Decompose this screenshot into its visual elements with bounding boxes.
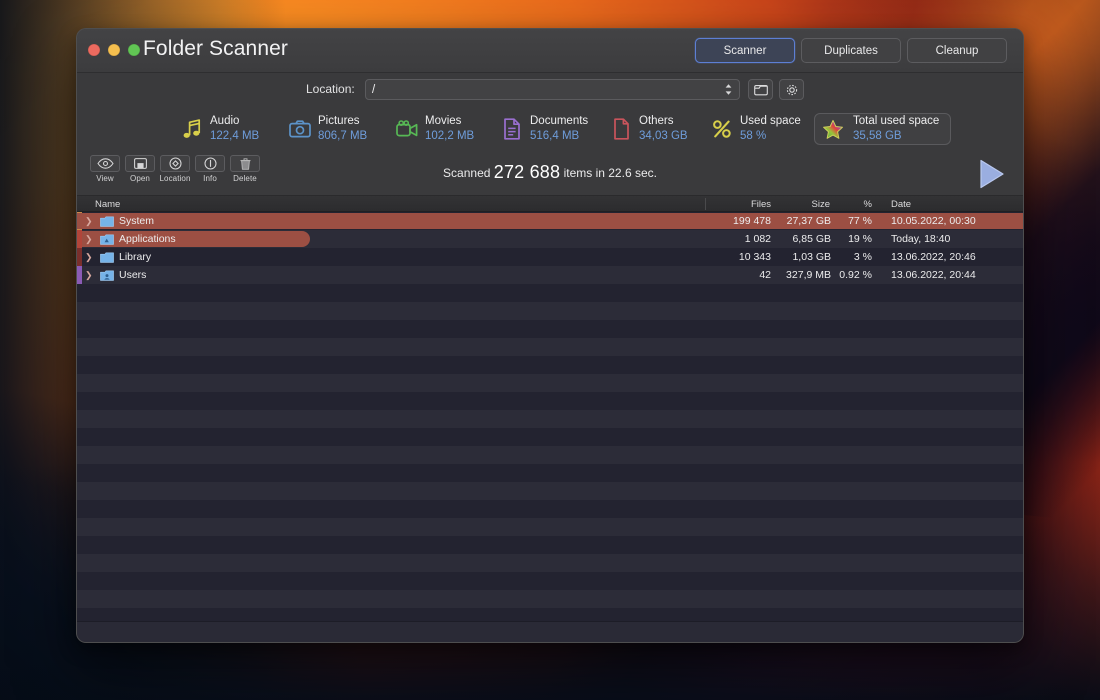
row-percent: 3 %: [77, 251, 872, 263]
zebra-stripe: [77, 428, 1023, 446]
mode-segmented-control: Scanner Duplicates Cleanup: [695, 38, 1007, 63]
action-toolbar: View Open: [77, 153, 1023, 195]
play-icon: [976, 158, 1006, 190]
stat-movies[interactable]: Movies 102,2 MB: [396, 112, 474, 146]
stat-documents[interactable]: Documents 516,4 MB: [501, 112, 588, 146]
table-row[interactable]: ❯ Applications 1 082 6,85 GB 19 % Today,…: [77, 230, 1023, 248]
close-button[interactable]: [88, 44, 100, 56]
stat-movies-label: Movies: [425, 115, 474, 128]
zebra-stripe: [77, 392, 1023, 410]
scan-count: 272 688: [494, 162, 560, 182]
minimize-button[interactable]: [108, 44, 120, 56]
stat-documents-value: 516,4 MB: [530, 130, 588, 143]
tab-cleanup[interactable]: Cleanup: [907, 38, 1007, 63]
tab-scanner[interactable]: Scanner: [695, 38, 795, 63]
zebra-stripe: [77, 500, 1023, 518]
row-date: 10.05.2022, 00:30: [891, 215, 976, 227]
row-date: 13.06.2022, 20:44: [891, 269, 976, 281]
zebra-stripe: [77, 356, 1023, 374]
stat-total-label: Total used space: [853, 115, 939, 128]
zebra-stripe: [77, 446, 1023, 464]
video-camera-icon: [396, 117, 418, 141]
zebra-stripe: [77, 302, 1023, 320]
table-row[interactable]: ❯ Library 10 343 1,03 GB 3 % 13.06.2022,…: [77, 248, 1023, 266]
zoom-button[interactable]: [128, 44, 140, 56]
zebra-stripe: [77, 374, 1023, 392]
settings-button[interactable]: [779, 79, 804, 100]
app-title: Folder Scanner: [143, 37, 288, 61]
row-percent: 0.92 %: [77, 269, 872, 281]
stat-movies-value: 102,2 MB: [425, 130, 474, 143]
table-header: Name Files Size % Date: [77, 195, 1023, 212]
column-header-size[interactable]: Size: [802, 199, 830, 210]
column-header-percent[interactable]: %: [857, 199, 872, 210]
row-percent: 19 %: [77, 233, 872, 245]
stat-used-space-label: Used space: [740, 115, 801, 128]
scan-status-text: Scanned 272 688 items in 22.6 sec.: [77, 162, 1023, 183]
column-header-files[interactable]: Files: [747, 199, 771, 210]
title-bar: Folder Scanner Scanner Duplicates Cleanu…: [77, 29, 1023, 73]
location-value: /: [372, 84, 724, 96]
zebra-stripe: [77, 320, 1023, 338]
column-divider[interactable]: [705, 198, 706, 210]
zebra-stripe: [77, 410, 1023, 428]
file-icon: [610, 117, 632, 141]
location-input[interactable]: /: [365, 79, 740, 100]
document-icon: [501, 117, 523, 141]
stat-audio[interactable]: Audio 122,4 MB: [181, 112, 259, 146]
stat-others[interactable]: Others 34,03 GB: [610, 112, 688, 146]
row-percent: 77 %: [77, 215, 872, 227]
category-stats-bar: Audio 122,4 MB Pictures 806,7 MB: [77, 105, 1023, 153]
stat-total-used-space[interactable]: Total used space 35,58 GB: [814, 113, 951, 145]
desktop-background: Folder Scanner Scanner Duplicates Cleanu…: [0, 0, 1100, 700]
star-icon: [822, 117, 844, 141]
window-footer: [77, 621, 1023, 642]
stat-used-space-value: 58 %: [740, 130, 801, 143]
traffic-light-buttons: [88, 44, 140, 56]
stat-pictures[interactable]: Pictures 806,7 MB: [289, 112, 367, 146]
zebra-stripe: [77, 536, 1023, 554]
percent-icon: [711, 117, 733, 141]
column-header-name[interactable]: Name: [95, 199, 120, 210]
stat-others-label: Others: [639, 115, 688, 128]
start-scan-button[interactable]: [973, 157, 1009, 191]
stat-pictures-value: 806,7 MB: [318, 130, 367, 143]
location-bar: Location: /: [77, 73, 1023, 105]
zebra-stripe: [77, 338, 1023, 356]
table-row[interactable]: ❯ System 199 478 27,37 GB 77 % 10.05.202…: [77, 212, 1023, 230]
stat-documents-label: Documents: [530, 115, 588, 128]
row-date: 13.06.2022, 20:46: [891, 251, 976, 263]
zebra-stripe: [77, 572, 1023, 590]
stat-others-value: 34,03 GB: [639, 130, 688, 143]
music-note-icon: [181, 117, 203, 141]
scan-suffix: items in 22.6 sec.: [564, 166, 657, 180]
folder-icon: [754, 84, 768, 96]
stat-pictures-label: Pictures: [318, 115, 367, 128]
choose-folder-button[interactable]: [748, 79, 773, 100]
zebra-stripe: [77, 518, 1023, 536]
scan-prefix: Scanned: [443, 166, 490, 180]
stat-total-value: 35,58 GB: [853, 130, 939, 143]
stat-used-space[interactable]: Used space 58 %: [711, 112, 801, 146]
chevron-updown-icon[interactable]: [724, 83, 733, 96]
app-window: Folder Scanner Scanner Duplicates Cleanu…: [76, 28, 1024, 643]
zebra-stripe: [77, 590, 1023, 608]
column-header-date[interactable]: Date: [891, 199, 911, 210]
table-row[interactable]: ❯ Users 42 327,9 MB 0.92 % 13.06.2022, 2…: [77, 266, 1023, 284]
tab-duplicates[interactable]: Duplicates: [801, 38, 901, 63]
camera-icon: [289, 117, 311, 141]
zebra-stripe: [77, 554, 1023, 572]
stat-audio-value: 122,4 MB: [210, 130, 259, 143]
zebra-stripe: [77, 482, 1023, 500]
row-date: Today, 18:40: [891, 233, 950, 245]
zebra-stripe: [77, 464, 1023, 482]
stat-audio-label: Audio: [210, 115, 259, 128]
location-label: Location:: [306, 82, 355, 96]
zebra-stripe: [77, 284, 1023, 302]
gear-icon: [785, 83, 799, 97]
file-table-body[interactable]: ❯ System 199 478 27,37 GB 77 % 10.05.202…: [77, 212, 1023, 623]
